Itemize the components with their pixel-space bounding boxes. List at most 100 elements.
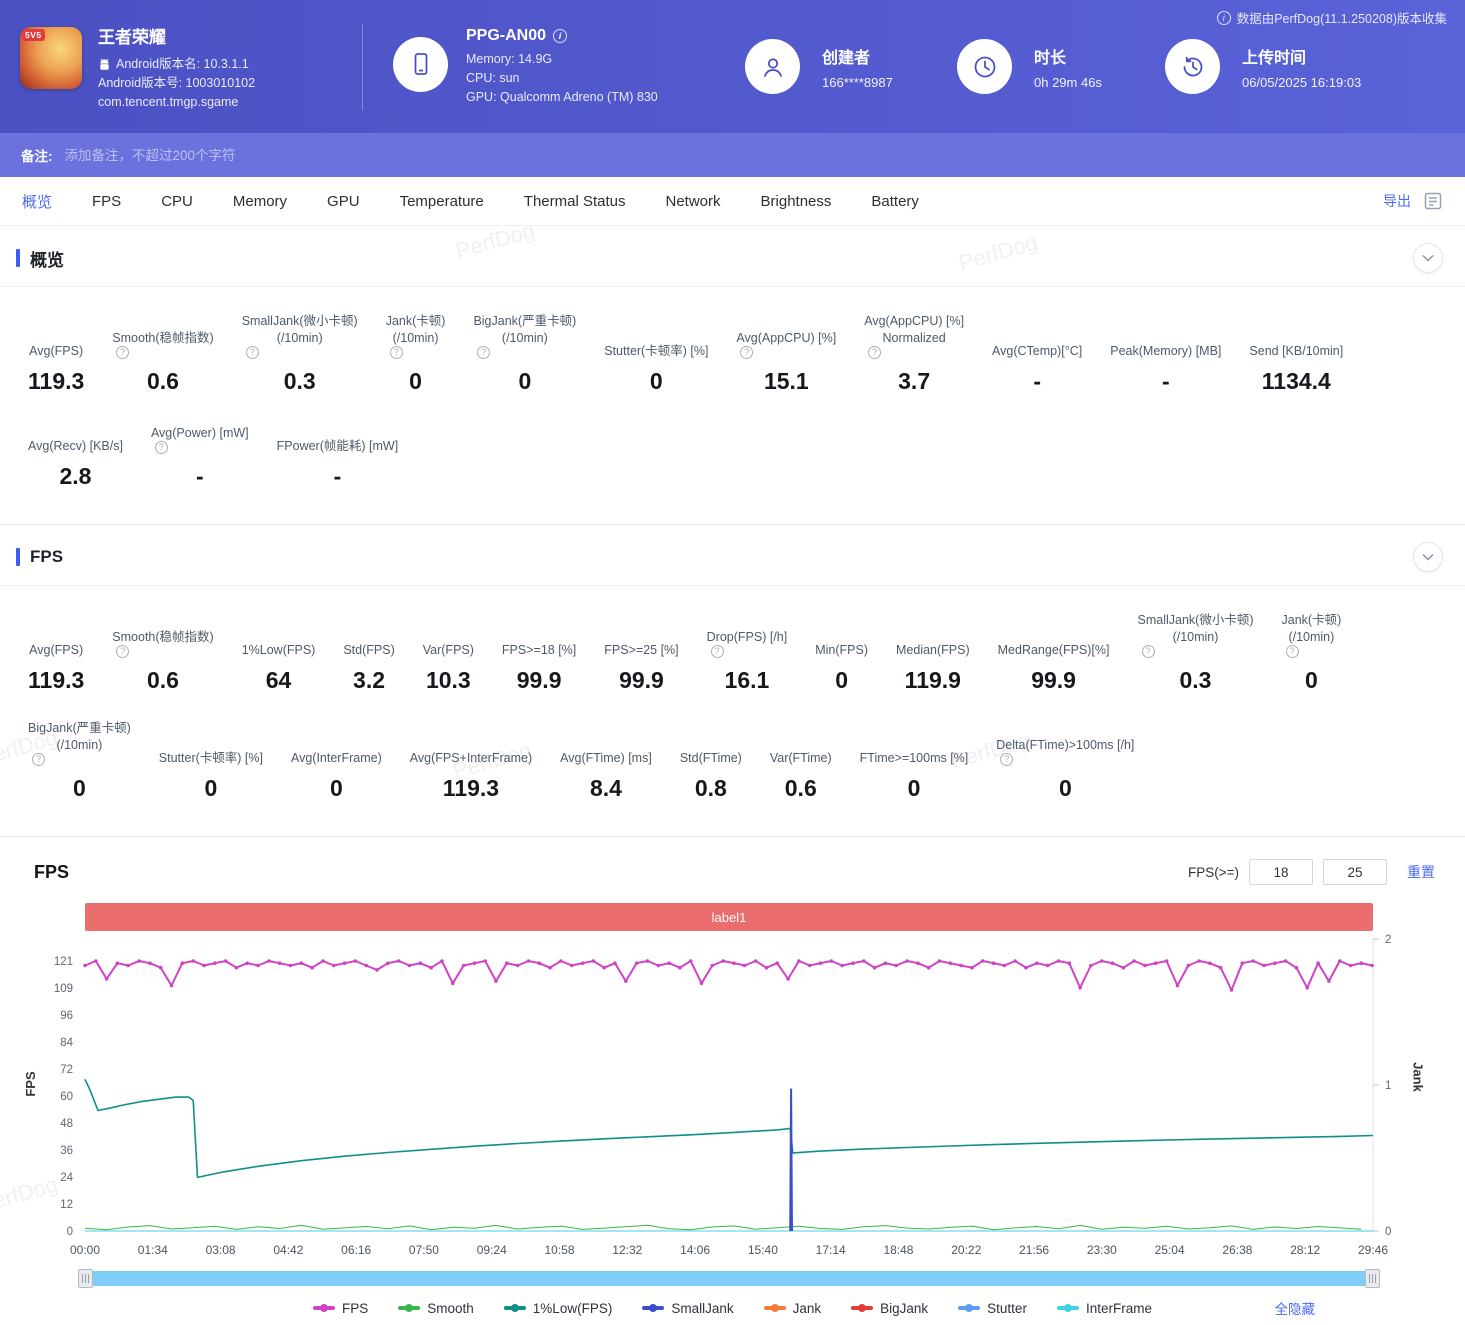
help-icon[interactable]: ? (710, 645, 724, 658)
metric-label: Jank(卡顿) (/10min)? (385, 314, 446, 359)
collect-note-text: 数据由PerfDog(11.1.250208)版本收集 (1236, 12, 1447, 26)
legend-marker (398, 1304, 421, 1312)
help-icon[interactable]: ? (868, 346, 882, 359)
legend-item-jank[interactable]: Jank (763, 1301, 821, 1316)
legend-label: 1%Low(FPS) (532, 1300, 613, 1316)
legend-item-fps[interactable]: FPS (313, 1301, 368, 1316)
metric-std-fps: Std(FPS) 3.2 (343, 625, 394, 694)
metric-label: Std(FPS) (343, 642, 395, 657)
help-icon[interactable]: ? (1000, 753, 1014, 766)
export-icon[interactable] (1423, 191, 1443, 211)
metric-median-fps: Median(FPS) 119.9 (896, 625, 970, 694)
help-icon[interactable]: ? (1141, 645, 1155, 658)
fps-threshold-label: FPS(>=) (1187, 864, 1239, 880)
tab-bar-right: 导出 (1383, 191, 1443, 211)
legend-item-1-low-fps[interactable]: 1%Low(FPS) (503, 1300, 613, 1316)
legend-item-smooth[interactable]: Smooth (398, 1301, 474, 1316)
help-icon[interactable]: ? (116, 645, 130, 658)
help-icon[interactable]: ? (389, 346, 403, 359)
metric-value: 119.3 (28, 368, 85, 394)
help-icon[interactable]: ? (154, 441, 168, 454)
creator-value: 166****8987 (822, 74, 893, 90)
tab-gpu[interactable]: GPU (327, 193, 360, 210)
help-icon[interactable]: ? (32, 753, 45, 766)
legend-label: InterFrame (1085, 1300, 1152, 1316)
help-icon[interactable]: ? (1285, 645, 1299, 658)
metric-stutter: Stutter(卡顿率) [%] 0 (159, 733, 263, 802)
metric-value: 119.3 (28, 667, 85, 693)
tab-battery[interactable]: Battery (871, 193, 919, 210)
legend-item-smalljank[interactable]: SmallJank (642, 1301, 734, 1316)
tab-brightness[interactable]: Brightness (761, 193, 832, 210)
metric-label: Min(FPS) (815, 642, 868, 657)
metric-ftime-100ms: FTime>=100ms [%] 0 (860, 733, 969, 802)
reset-button[interactable]: 重置 (1407, 862, 1435, 882)
fps-chart-svg[interactable]: 0122436486072849610912101200:00 01:34 03:0… (0, 931, 1430, 1263)
svg-text:0: 0 (67, 1226, 73, 1238)
chart-scrollbar[interactable] (78, 1269, 1380, 1288)
device-info-icon[interactable]: i (553, 28, 568, 43)
duration-block: 时长 0h 29m 46s (957, 39, 1165, 94)
help-icon[interactable]: ? (740, 346, 754, 359)
metric-value: 3.7 (898, 368, 931, 394)
metric-avg-power-mw: Avg(Power) [mW]? - (151, 421, 249, 490)
collapse-overview-button[interactable] (1413, 243, 1443, 273)
tab-memory[interactable]: Memory (233, 193, 287, 210)
help-icon[interactable]: ? (477, 346, 491, 359)
svg-text:04:42: 04:42 (273, 1243, 303, 1257)
metric-value: 0 (907, 775, 921, 801)
svg-text:26:38: 26:38 (1222, 1243, 1252, 1257)
help-icon[interactable]: ? (116, 346, 130, 359)
fps-threshold-low-input[interactable] (1249, 859, 1313, 885)
metric-smalljank: SmallJank(微小卡顿) (/10min)? 0.3 (242, 313, 358, 395)
metric-avg-appcpu: Avg(AppCPU) [%] Normalized? 3.7 (864, 313, 964, 395)
collapse-fps-button[interactable] (1413, 542, 1443, 572)
hide-all-button[interactable]: 全隐藏 (1275, 1298, 1316, 1318)
metric-value: 0.6 (147, 368, 179, 394)
legend-marker (642, 1304, 665, 1312)
fps-section: FPS Avg(FPS) 119.3 Smooth(稳帧指数)? 0.6 1%Low(F… (0, 525, 1465, 837)
tab-thermal-status[interactable]: Thermal Status (524, 193, 626, 210)
export-button[interactable]: 导出 (1383, 191, 1411, 211)
help-icon[interactable]: ? (245, 346, 259, 359)
report-header: i 数据由PerfDog(11.1.250208)版本收集 5V5 王者荣耀 A… (0, 0, 1465, 133)
fps-threshold-high-input[interactable] (1323, 859, 1387, 885)
metric-value: 64 (265, 667, 292, 693)
metric-label: Avg(FPS) (29, 642, 84, 657)
legend-item-bigjank[interactable]: BigJank (851, 1301, 928, 1316)
legend-marker (851, 1304, 874, 1312)
metric-min-fps: Min(FPS) 0 (815, 625, 868, 694)
legend-item-stutter[interactable]: Stutter (958, 1301, 1027, 1316)
fps-title: FPS (30, 547, 64, 566)
tab-network[interactable]: Network (666, 193, 721, 210)
section-title-bar (16, 249, 20, 267)
scrollbar-left-handle[interactable] (78, 1269, 93, 1288)
metric-value: - (1162, 368, 1170, 394)
scrollbar-right-handle[interactable] (1365, 1269, 1380, 1288)
overview-section-head: 概览 (0, 226, 1465, 287)
tab-fps[interactable]: FPS (92, 193, 121, 210)
metric-label: Var(FPS) (422, 642, 474, 657)
note-label: 备注: (21, 149, 53, 164)
device-name: PPG-AN00 (466, 26, 547, 44)
metric-value: 10.3 (425, 667, 471, 693)
metric-value: 0 (518, 368, 532, 394)
metric-value: - (333, 463, 342, 489)
app-package: com.tencent.tmgp.sgame (98, 95, 239, 109)
metric-label: Avg(Recv) [KB/s] (28, 438, 123, 453)
creator-label: 创建者 (822, 49, 871, 67)
metric-jank: Jank(卡顿) (/10min)? 0 (386, 313, 446, 395)
metric-label: FPS>=18 [%] (501, 642, 577, 657)
metric-label: FPS>=25 [%] (604, 642, 679, 657)
note-input[interactable] (62, 146, 493, 164)
chart-annotation-banner: label1 (85, 903, 1373, 931)
metric-label: Avg(FPS) (29, 343, 84, 358)
svg-text:25:04: 25:04 (1155, 1243, 1185, 1257)
tab-temperature[interactable]: Temperature (400, 193, 484, 210)
metric-label: Median(FPS) (896, 642, 970, 657)
tab-cpu[interactable]: CPU (161, 193, 193, 210)
legend-item-interframe[interactable]: InterFrame (1056, 1300, 1152, 1316)
metric-label: Drop(FPS) [/h]? (706, 629, 788, 658)
clock-icon (957, 39, 1012, 94)
tab-overview[interactable]: 概览 (22, 191, 52, 212)
